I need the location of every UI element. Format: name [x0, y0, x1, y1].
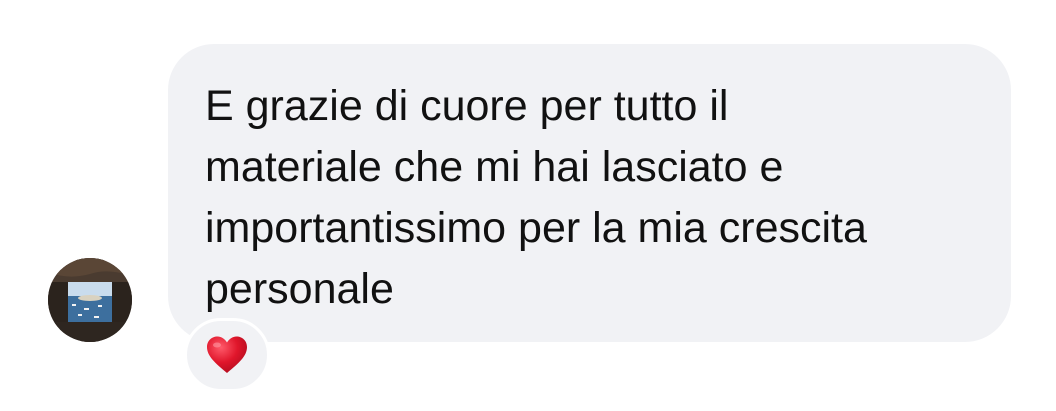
message-line: E grazie di cuore per tutto il — [205, 82, 729, 130]
profile-photo-icon — [48, 258, 132, 342]
message-line: materiale che mi hai lasciato e — [205, 143, 784, 191]
message-line: personale — [205, 265, 394, 313]
red-heart-icon — [207, 336, 247, 373]
message-text: E grazie di cuore per tutto il materiale… — [205, 76, 995, 320]
reaction-badge[interactable] — [184, 318, 270, 392]
avatar[interactable] — [48, 258, 132, 342]
message-line: importantissimo per la mia crescita — [205, 204, 867, 252]
